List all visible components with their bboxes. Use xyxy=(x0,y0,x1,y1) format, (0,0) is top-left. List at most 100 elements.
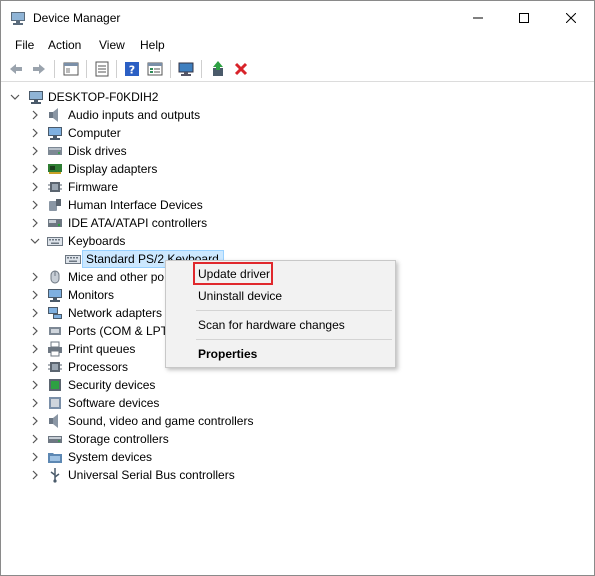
tree-item-label: Monitors xyxy=(68,288,115,302)
context-menu: Update driver Uninstall device Scan for … xyxy=(165,260,396,368)
tree-category-row[interactable]: Display adapters xyxy=(1,160,594,178)
expand-chevron-icon[interactable] xyxy=(29,199,41,211)
hid-icon xyxy=(49,199,61,211)
tree-category-row[interactable]: Keyboards xyxy=(1,232,594,250)
expand-chevron-icon[interactable] xyxy=(29,451,41,463)
expand-chevron-icon[interactable] xyxy=(29,289,41,301)
expand-chevron-icon[interactable] xyxy=(29,397,41,409)
security-icon xyxy=(49,379,61,391)
tree-category-row[interactable]: Software devices xyxy=(1,394,594,412)
tree-category-row[interactable]: IDE ATA/ATAPI controllers xyxy=(1,214,594,232)
menu-help[interactable]: Help xyxy=(139,37,166,53)
scan-hardware-button[interactable] xyxy=(176,60,196,78)
software-icon xyxy=(49,397,61,409)
red-x-icon xyxy=(234,62,248,76)
tree-item-label: Storage controllers xyxy=(68,432,169,446)
close-button[interactable] xyxy=(548,1,594,35)
tree-item-label: IDE ATA/ATAPI controllers xyxy=(68,216,208,230)
menu-view[interactable]: View xyxy=(98,37,126,53)
folder-icon xyxy=(48,453,62,463)
close-icon xyxy=(566,13,576,23)
tree-root-row[interactable]: DESKTOP-F0KDIH2 xyxy=(1,88,594,106)
storage-icon xyxy=(48,436,62,443)
view-toolbar-button[interactable] xyxy=(145,60,165,78)
tree-item-label: Mice and other po xyxy=(68,270,165,284)
menu-bar: File Action View Help xyxy=(1,35,594,55)
printer-icon xyxy=(48,341,62,357)
properties-toolbar-button[interactable] xyxy=(92,60,112,78)
network-icon xyxy=(48,307,62,319)
tree-category-row[interactable]: Storage controllers xyxy=(1,430,594,448)
tree-item-label: Firmware xyxy=(68,180,118,194)
forward-button[interactable] xyxy=(29,60,49,78)
chip-icon xyxy=(48,182,62,192)
speaker-icon xyxy=(49,414,58,428)
uninstall-toolbar-button[interactable] xyxy=(231,60,251,78)
usb-icon xyxy=(50,468,60,483)
help-toolbar-button[interactable]: ? xyxy=(122,60,142,78)
tree-category-row[interactable]: Audio inputs and outputs xyxy=(1,106,594,124)
collapse-chevron-icon[interactable] xyxy=(29,235,41,247)
tree-category-row[interactable]: Security devices xyxy=(1,376,594,394)
expand-chevron-icon[interactable] xyxy=(29,307,41,319)
tree-item-label: Security devices xyxy=(68,378,156,392)
context-update-driver[interactable]: Update driver xyxy=(198,265,270,283)
tree-item-label: Print queues xyxy=(68,342,136,356)
tree-category-row[interactable]: Universal Serial Bus controllers xyxy=(1,466,594,484)
keyboard-icon xyxy=(47,237,63,246)
expand-chevron-icon[interactable] xyxy=(29,343,41,355)
context-properties[interactable]: Properties xyxy=(198,345,257,363)
expand-chevron-icon[interactable] xyxy=(29,127,41,139)
computer-root-icon xyxy=(29,91,43,104)
tree-item-label: Keyboards xyxy=(68,234,126,248)
monitor-icon xyxy=(48,289,62,302)
expand-chevron-icon[interactable] xyxy=(29,433,41,445)
expand-chevron-icon[interactable] xyxy=(29,217,41,229)
update-driver-toolbar-button[interactable] xyxy=(208,60,228,78)
expand-chevron-icon[interactable] xyxy=(29,109,41,121)
tree-category-row[interactable]: System devices xyxy=(1,448,594,466)
svg-text:?: ? xyxy=(129,64,135,77)
expand-chevron-icon[interactable] xyxy=(29,271,41,283)
expand-chevron-icon[interactable] xyxy=(29,469,41,481)
window-title: Device Manager xyxy=(33,11,121,25)
maximize-button[interactable] xyxy=(501,1,547,35)
tree-item-label: Network adapters xyxy=(68,306,163,320)
tree-item-label: System devices xyxy=(68,450,153,464)
back-button[interactable] xyxy=(6,60,26,78)
tree-category-row[interactable]: Sound, video and game controllers xyxy=(1,412,594,430)
tree-item-label: Human Interface Devices xyxy=(68,198,203,212)
keyboard-icon xyxy=(65,255,81,264)
update-driver-icon xyxy=(213,61,223,76)
collapse-chevron-icon[interactable] xyxy=(9,91,21,103)
display-adapter-icon xyxy=(48,164,62,174)
tree-item-label: Audio inputs and outputs xyxy=(68,108,201,122)
expand-chevron-icon[interactable] xyxy=(29,415,41,427)
port-icon xyxy=(49,327,61,335)
tree-category-row[interactable]: Firmware xyxy=(1,178,594,196)
expand-chevron-icon[interactable] xyxy=(29,163,41,175)
expand-chevron-icon[interactable] xyxy=(29,181,41,193)
arrow-left-icon xyxy=(10,64,22,74)
tree-item-label: Processors xyxy=(68,360,129,374)
context-scan-hardware[interactable]: Scan for hardware changes xyxy=(198,316,345,334)
tree-category-row[interactable]: Human Interface Devices xyxy=(1,196,594,214)
menu-action[interactable]: Action xyxy=(47,37,82,53)
tree-category-row[interactable]: Computer xyxy=(1,124,594,142)
tree-item-label: Disk drives xyxy=(68,144,127,158)
expand-chevron-icon[interactable] xyxy=(29,145,41,157)
scan-monitor-icon xyxy=(178,62,194,76)
tree-category-row[interactable]: Disk drives xyxy=(1,142,594,160)
expand-chevron-icon[interactable] xyxy=(29,379,41,391)
console-tree-icon xyxy=(63,62,79,76)
expand-chevron-icon[interactable] xyxy=(29,361,41,373)
tree-item-label: Ports (COM & LPT xyxy=(68,324,169,338)
context-uninstall-device[interactable]: Uninstall device xyxy=(198,287,282,305)
menu-file[interactable]: File xyxy=(14,37,35,53)
expand-chevron-icon[interactable] xyxy=(29,325,41,337)
device-manager-icon xyxy=(11,12,25,25)
maximize-icon xyxy=(519,13,529,23)
minimize-button[interactable] xyxy=(455,1,501,35)
show-hide-console-tree-button[interactable] xyxy=(61,60,81,78)
minimize-icon xyxy=(473,17,483,19)
